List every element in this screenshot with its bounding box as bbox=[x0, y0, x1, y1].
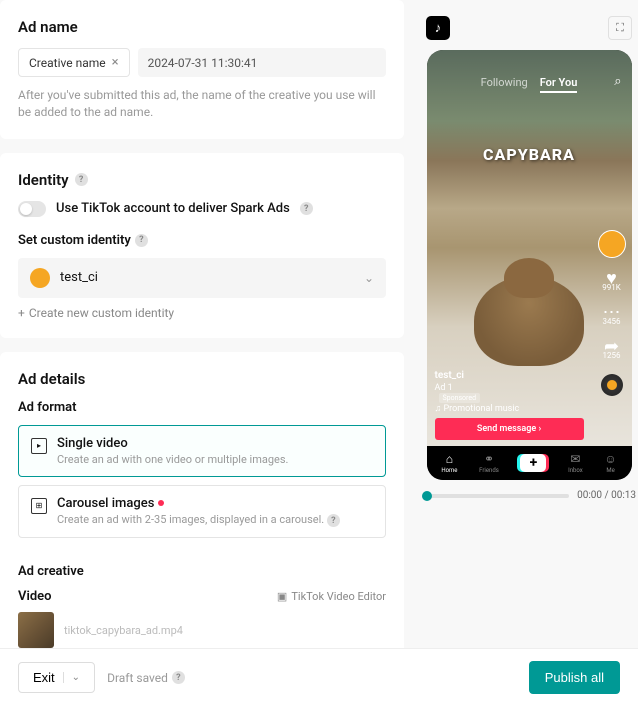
info-icon[interactable]: ? bbox=[135, 234, 148, 247]
custom-identity-select[interactable]: test_ci ⌄ bbox=[18, 258, 386, 298]
format-carousel-images[interactable]: ⊞ Carousel images Create an ad with 2-35… bbox=[18, 485, 386, 539]
friends-icon: ⚭ bbox=[484, 452, 494, 466]
video-editor-link[interactable]: ▣ TikTok Video Editor bbox=[277, 590, 386, 603]
ad-name-title: Ad name bbox=[18, 18, 386, 36]
video-overlay-text: CAPYBARA bbox=[483, 145, 575, 164]
phone-preview: 8:00 ••ıl ᯤ ▮ Following For You ⌕ CAPYBA… bbox=[427, 50, 632, 480]
cta-button[interactable]: Send message › bbox=[435, 418, 584, 440]
ad-name-helper: After you've submitted this ad, the name… bbox=[18, 87, 386, 121]
timeline-scrubber[interactable]: 00:00 / 00:13 bbox=[420, 480, 638, 501]
format-single-video[interactable]: ▸ Single video Create an ad with one vid… bbox=[18, 425, 386, 477]
date-value: 2024-07-31 11:30:41 bbox=[148, 56, 258, 70]
video-file-row[interactable]: tiktok_capybara_ad.mp4 bbox=[18, 612, 386, 648]
format-desc: Create an ad with 2-35 images, displayed… bbox=[57, 513, 324, 526]
new-badge-icon bbox=[158, 500, 164, 506]
spark-toggle-label: Use TikTok account to deliver Spark Ads bbox=[56, 201, 290, 216]
draft-saved-label: Draft saved bbox=[107, 671, 168, 685]
format-title: Single video bbox=[57, 436, 288, 451]
video-meta: test_ci Ad 1 Sponsored ♫ Promotional mus… bbox=[435, 370, 584, 440]
ad-name-section: Ad name Creative name × 2024-07-31 11:30… bbox=[0, 0, 404, 139]
comment-count: 3456 bbox=[603, 317, 621, 326]
tiktok-logo-icon: ♪ bbox=[426, 16, 450, 40]
nav-friends[interactable]: ⚭Friends bbox=[479, 452, 499, 474]
chevron-down-icon: ⌄ bbox=[364, 271, 374, 285]
nav-home[interactable]: ⌂Home bbox=[441, 452, 457, 474]
create-identity-label: Create new custom identity bbox=[29, 306, 174, 320]
preview-username: test_ci bbox=[435, 370, 584, 381]
identity-selected-value: test_ci bbox=[60, 270, 354, 285]
custom-identity-label: Set custom identity bbox=[18, 233, 131, 248]
info-icon[interactable]: ? bbox=[300, 202, 313, 215]
music-disc-icon[interactable] bbox=[601, 374, 623, 396]
sponsored-badge: Sponsored bbox=[439, 393, 481, 403]
identity-title: Identity bbox=[18, 171, 69, 189]
info-icon[interactable]: ? bbox=[172, 671, 185, 684]
nav-create-button[interactable]: + bbox=[520, 454, 546, 472]
engagement-rail: ♥ 991K ⋯ 3456 ➦ 1256 bbox=[598, 230, 626, 396]
bottom-nav: ⌂Home ⚭Friends + ✉Inbox ☺Me bbox=[427, 446, 632, 480]
info-icon[interactable]: ? bbox=[75, 173, 88, 186]
format-desc: Create an ad with one video or multiple … bbox=[57, 453, 288, 466]
video-label: Video bbox=[18, 589, 52, 604]
create-identity-link[interactable]: + Create new custom identity bbox=[18, 306, 386, 320]
nav-inbox[interactable]: ✉Inbox bbox=[568, 452, 583, 474]
profile-avatar[interactable] bbox=[598, 230, 626, 258]
fullscreen-button[interactable]: ⛶ bbox=[608, 16, 632, 40]
chevron-down-icon[interactable]: ⌄ bbox=[63, 672, 80, 683]
carousel-icon: ⊞ bbox=[31, 498, 47, 514]
tab-for-you[interactable]: For You bbox=[540, 76, 578, 93]
avatar bbox=[30, 268, 50, 288]
format-title: Carousel images bbox=[57, 496, 154, 511]
close-icon[interactable]: × bbox=[112, 55, 119, 70]
ad-details-title: Ad details bbox=[18, 370, 386, 388]
publish-all-button[interactable]: Publish all bbox=[529, 661, 620, 694]
search-icon[interactable]: ⌕ bbox=[614, 74, 621, 89]
time-total: 00:13 bbox=[611, 490, 636, 501]
scrubber-handle-icon[interactable] bbox=[422, 491, 432, 501]
share-count: 1256 bbox=[603, 351, 621, 360]
ad-details-section: Ad details Ad format ▸ Single video Crea… bbox=[0, 352, 404, 660]
video-thumbnail bbox=[18, 612, 54, 648]
profile-icon: ☺ bbox=[604, 452, 616, 466]
ad-name-date-field[interactable]: 2024-07-31 11:30:41 bbox=[138, 48, 386, 77]
spark-ads-toggle[interactable] bbox=[18, 201, 46, 217]
home-icon: ⌂ bbox=[446, 452, 453, 466]
creative-chip-label: Creative name bbox=[29, 56, 106, 70]
ad-creative-label: Ad creative bbox=[18, 564, 386, 579]
exit-button[interactable]: Exit ⌄ bbox=[18, 662, 95, 693]
plus-icon: + bbox=[18, 306, 25, 320]
editor-icon: ▣ bbox=[277, 590, 287, 603]
creative-name-chip[interactable]: Creative name × bbox=[18, 48, 130, 77]
inbox-icon: ✉ bbox=[570, 452, 580, 466]
time-current: 00:00 bbox=[577, 490, 602, 501]
ad-format-label: Ad format bbox=[18, 400, 386, 415]
ad-label: Ad 1 bbox=[435, 383, 453, 393]
capybara-image bbox=[474, 276, 584, 366]
like-count: 991K bbox=[602, 283, 621, 292]
nav-me[interactable]: ☺Me bbox=[604, 452, 616, 474]
preview-panel: ♪ ⛶ 8:00 ••ıl ᯤ ▮ Following For You ⌕ CA… bbox=[420, 0, 638, 660]
tab-following[interactable]: Following bbox=[481, 76, 528, 93]
identity-section: Identity ? Use TikTok account to deliver… bbox=[0, 153, 404, 338]
exit-label: Exit bbox=[33, 670, 55, 685]
footer-bar: Exit ⌄ Draft saved ? Publish all bbox=[0, 648, 638, 706]
info-icon[interactable]: ? bbox=[327, 514, 340, 527]
music-label: ♫ Promotional music bbox=[435, 403, 584, 414]
video-file-name: tiktok_capybara_ad.mp4 bbox=[64, 624, 183, 637]
video-icon: ▸ bbox=[31, 438, 47, 454]
editor-label: TikTok Video Editor bbox=[291, 590, 386, 603]
